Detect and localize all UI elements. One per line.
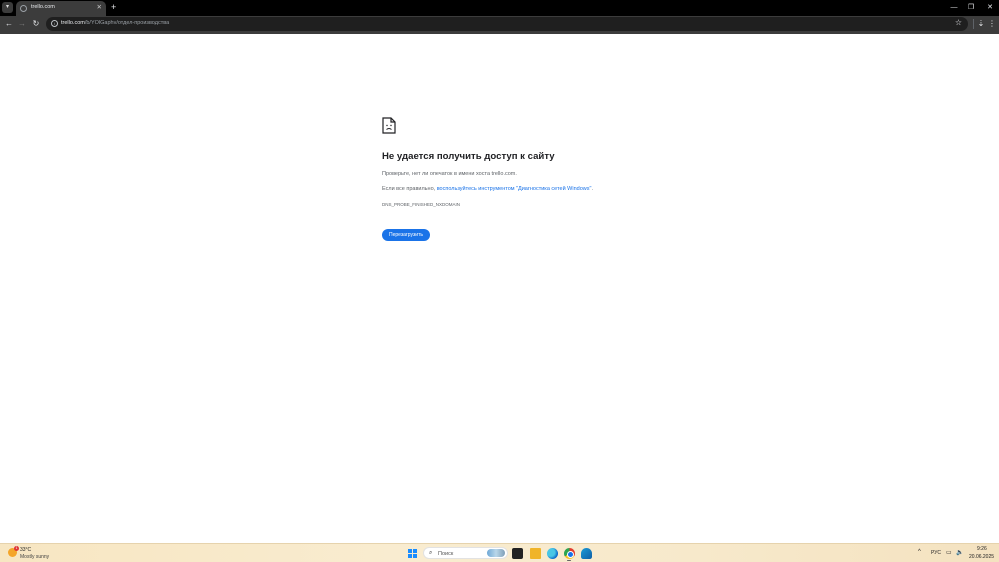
edge-beta-icon[interactable] [581,548,592,559]
tab-trello[interactable]: trello.com ✕ [16,1,106,16]
error-hint-typo: Проверьте, нет ли опечаток в имени хоста… [382,171,517,177]
taskbar-search-box[interactable]: ⌕ Поиск [423,547,508,559]
clock-date[interactable]: 20.06.2025 [969,554,994,560]
chrome-active-indicator [567,560,571,561]
maximize-button[interactable]: ❐ [965,2,977,13]
forward-button[interactable]: → [16,18,28,30]
network-icon[interactable]: ▭ [946,549,952,556]
weather-temperature[interactable]: 33°C [20,547,31,553]
back-button[interactable]: ← [3,18,15,30]
search-icon: ⌕ [429,550,433,556]
weather-description[interactable]: Mostly sunny [20,554,49,560]
new-tab-button[interactable]: + [111,2,116,13]
reload-button[interactable]: ↻ [30,18,42,30]
tab-strip: ▾ trello.com ✕ + — ❐ ✕ [0,0,999,16]
clock-time[interactable]: 9:26 [977,546,987,552]
search-highlight-icon [487,549,505,557]
taskbar-search-placeholder: Поиск [438,550,454,557]
globe-icon [20,5,27,12]
toolbar-divider [973,19,974,29]
tab-title: trello.com [31,4,55,10]
tray-overflow-chevron-icon[interactable]: ^ [918,549,921,555]
address-url[interactable]: trello.com/b/YOlGaphv/отдел-производства [61,20,169,26]
error-code: DNS_PROBE_FINISHED_NXDOMAIN [382,202,461,207]
file-explorer-icon[interactable] [530,548,541,559]
close-window-button[interactable]: ✕ [984,2,996,13]
site-info-icon[interactable]: i [51,20,58,27]
bookmark-star-icon[interactable]: ☆ [955,18,962,27]
tab-close-icon[interactable]: ✕ [97,3,102,11]
edge-browser-icon[interactable] [547,548,558,559]
chrome-browser-icon[interactable] [564,548,575,559]
tab-search-button[interactable]: ▾ [2,2,13,13]
error-hint-diagnostics: Если все правильно, воспользуйтесь инстр… [382,186,593,192]
network-diagnostics-link[interactable]: воспользуйтесь инструментом "Диагностика… [437,186,592,192]
language-indicator[interactable]: РУС [931,550,941,556]
taskbar: 1 33°C Mostly sunny ⌕ Поиск ^ РУС ▭ 🔈 9:… [0,543,999,562]
menu-icon[interactable]: ⋮ [986,18,998,30]
sad-page-icon [382,117,396,134]
weather-notification-badge: 1 [14,546,19,551]
windows-start-icon[interactable] [408,549,417,558]
address-bar[interactable]: i trello.com/b/YOlGaphv/отдел-производст… [46,17,968,31]
error-title: Не удается получить доступ к сайту [382,151,555,162]
toolbar-bottom-border [0,32,999,34]
browser-toolbar: ← → ↻ i trello.com/b/YOlGaphv/отдел-прои… [0,16,999,32]
minimize-button[interactable]: — [948,2,960,13]
volume-icon[interactable]: 🔈 [956,549,963,556]
task-view-icon[interactable] [512,548,523,559]
reload-page-button[interactable]: Перезагрузить [382,229,430,241]
